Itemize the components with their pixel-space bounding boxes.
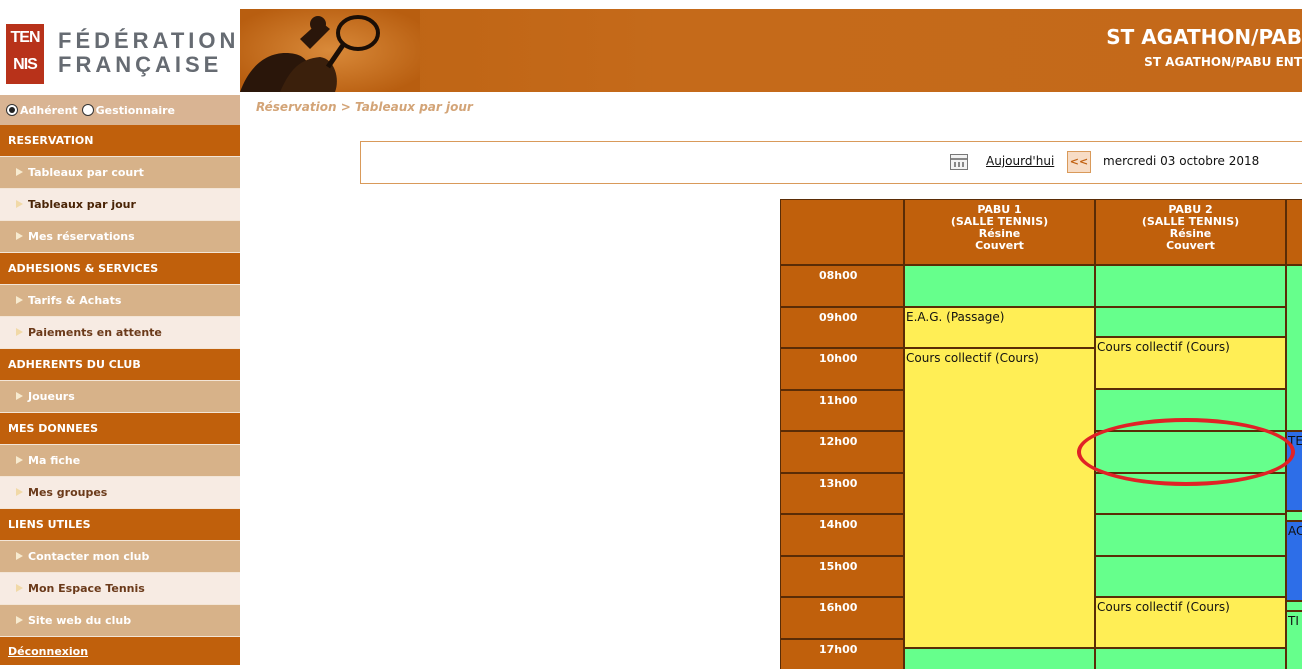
sidebar-item-mon-espace-tennis[interactable]: Mon Espace Tennis — [0, 573, 240, 605]
booking-slot-free[interactable] — [1095, 648, 1286, 669]
sidebar-item-contacter-mon-club[interactable]: Contacter mon club — [0, 541, 240, 573]
sidebar-item-site-web-du-club[interactable]: Site web du club — [0, 605, 240, 637]
section-liens-utiles: LIENS UTILES — [0, 509, 240, 541]
sidebar-item-mes-groupes[interactable]: Mes groupes — [0, 477, 240, 509]
date-navigation-bar: Aujourd'hui << mercredi 03 octobre 2018 — [360, 141, 1302, 184]
time-slot-label: 17h00 — [780, 638, 904, 669]
time-slot-label: 09h00 — [780, 306, 904, 348]
arrow-right-icon — [16, 584, 23, 592]
time-slot-label: 15h00 — [780, 555, 904, 597]
sidebar-nav: Adhérent Gestionnaire RESERVATION Tablea… — [0, 95, 240, 669]
booking-slot-free[interactable] — [1286, 265, 1302, 431]
time-slot-label: 12h00 — [780, 431, 904, 473]
breadcrumb: Réservation > Tableaux par jour — [256, 100, 473, 114]
club-subtitle: ST AGATHON/PABU ENT — [1144, 55, 1302, 69]
section-adherents: ADHERENTS DU CLUB — [0, 349, 240, 381]
time-slot-label: 11h00 — [780, 389, 904, 431]
court-header-pabu-1: PABU 1 (SALLE TENNIS) Résine Couvert — [904, 199, 1095, 265]
booking-slot-reserved[interactable]: Cours collectif (Cours) — [1095, 597, 1286, 648]
section-adhesions: ADHESIONS & SERVICES — [0, 253, 240, 285]
arrow-right-icon — [16, 296, 23, 304]
arrow-right-icon — [16, 552, 23, 560]
annotation-circle — [1077, 418, 1295, 486]
booking-slot-other[interactable]: AC — [1286, 521, 1302, 601]
tennis-logo-mark: TEN NIS — [6, 24, 44, 84]
sidebar-item-joueurs[interactable]: Joueurs — [0, 381, 240, 413]
time-slot-label: 13h00 — [780, 472, 904, 514]
fft-logo[interactable]: TEN NIS FÉDÉRATION FRANÇAISE — [0, 9, 240, 92]
sidebar-item-mes-reservations[interactable]: Mes réservations — [0, 221, 240, 253]
sidebar-item-tarifs-achats[interactable]: Tarifs & Achats — [0, 285, 240, 317]
time-slot-label: 16h00 — [780, 597, 904, 639]
role-selector: Adhérent Gestionnaire — [0, 95, 240, 125]
tennis-players-image — [240, 9, 420, 92]
grid-corner — [780, 199, 904, 265]
sidebar-item-paiements-en-attente[interactable]: Paiements en attente — [0, 317, 240, 349]
arrow-right-icon — [16, 488, 23, 496]
booking-slot-free[interactable] — [1095, 306, 1286, 337]
role-label-adherent[interactable]: Adhérent — [20, 104, 78, 117]
site-header: TEN NIS FÉDÉRATION FRANÇAISE ST AGATHON/… — [0, 9, 1302, 92]
time-slot-label: 08h00 — [780, 265, 904, 307]
sidebar-item-ma-fiche[interactable]: Ma fiche — [0, 445, 240, 477]
federation-name: FÉDÉRATION FRANÇAISE — [58, 28, 240, 77]
booking-slot-free[interactable] — [1095, 514, 1286, 556]
header-banner: ST AGATHON/PAB ST AGATHON/PABU ENT — [240, 9, 1302, 92]
calendar-icon[interactable] — [950, 154, 968, 170]
today-link[interactable]: Aujourd'hui — [986, 154, 1054, 168]
arrow-right-icon — [16, 392, 23, 400]
court-header-partial — [1286, 199, 1302, 265]
booking-slot-free[interactable]: TI — [1286, 611, 1302, 669]
booking-slot-reserved[interactable]: E.A.G. (Passage) — [904, 306, 1095, 348]
section-mes-donnees: MES DONNEES — [0, 413, 240, 445]
booking-slot-reserved[interactable]: Cours collectif (Cours) — [1095, 336, 1286, 389]
sidebar-item-tableaux-par-court[interactable]: Tableaux par court — [0, 157, 240, 189]
time-slot-label: 14h00 — [780, 514, 904, 556]
current-date: mercredi 03 octobre 2018 — [1103, 154, 1260, 168]
time-slot-label: 10h00 — [780, 348, 904, 390]
previous-day-button[interactable]: << — [1067, 151, 1091, 173]
booking-slot-free[interactable] — [1286, 511, 1302, 521]
booking-slot-free[interactable] — [1095, 265, 1286, 307]
sidebar-item-tableaux-par-jour[interactable]: Tableaux par jour — [0, 189, 240, 221]
arrow-right-icon — [16, 232, 23, 240]
role-label-gestionnaire[interactable]: Gestionnaire — [96, 104, 175, 117]
role-radio-adherent[interactable] — [6, 104, 18, 116]
arrow-right-icon — [16, 168, 23, 176]
booking-slot-free[interactable] — [1095, 555, 1286, 597]
booking-slot-free[interactable] — [904, 648, 1095, 669]
arrow-right-icon — [16, 200, 23, 208]
court-header-pabu-2: PABU 2 (SALLE TENNIS) Résine Couvert — [1095, 199, 1286, 265]
section-reservation: RESERVATION — [0, 125, 240, 157]
club-title: ST AGATHON/PAB — [1106, 25, 1302, 49]
booking-slot-free[interactable] — [1286, 601, 1302, 611]
booking-slot-free[interactable] — [904, 265, 1095, 307]
booking-slot-reserved[interactable]: Cours collectif (Cours) — [904, 348, 1095, 648]
arrow-right-icon — [16, 328, 23, 336]
arrow-right-icon — [16, 456, 23, 464]
role-radio-gestionnaire[interactable] — [81, 104, 94, 116]
logout-link[interactable]: Déconnexion — [0, 637, 240, 665]
arrow-right-icon — [16, 616, 23, 624]
